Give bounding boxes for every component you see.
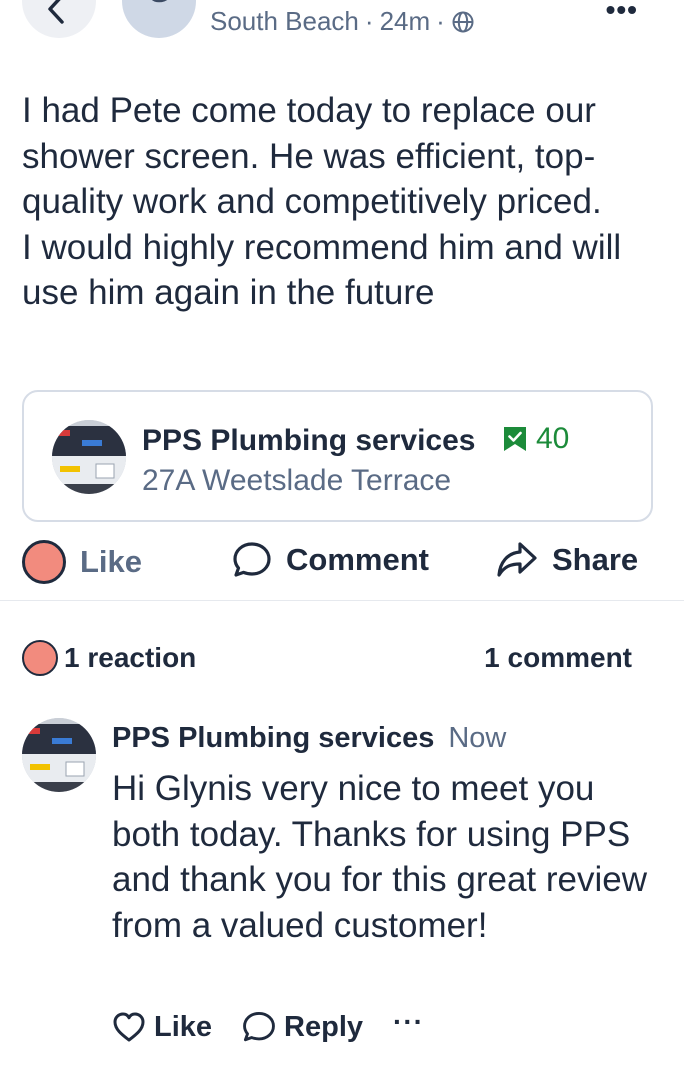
section-divider — [0, 600, 684, 601]
business-card[interactable]: PPS Plumbing services 40 27A Weetslade T… — [22, 390, 653, 522]
heart-reaction-icon — [22, 640, 58, 676]
business-name: PPS Plumbing services — [142, 424, 476, 457]
comment-button[interactable]: Comment — [232, 540, 429, 580]
author-avatar-initial: G — [147, 0, 170, 9]
meta-separator-2: · — [436, 6, 445, 36]
post-actions: Like Comment Share — [0, 540, 684, 588]
recommendation-count: 40 — [536, 422, 570, 455]
comment-body: Hi Glynis very nice to meet you both tod… — [112, 769, 648, 945]
reaction-summary[interactable]: 1 reaction — [22, 640, 196, 676]
share-arrow-icon — [497, 542, 537, 577]
comment-author-avatar[interactable] — [22, 718, 96, 792]
author-avatar[interactable]: G — [122, 0, 196, 38]
speech-bubble-icon — [233, 542, 271, 577]
more-options-icon[interactable]: ••• — [606, 0, 638, 26]
comment-author[interactable]: PPS Plumbing services — [112, 722, 434, 755]
globe-icon — [452, 11, 474, 32]
reply-label: Reply — [284, 1010, 364, 1043]
business-avatar — [52, 420, 126, 494]
reaction-count: 1 reaction — [64, 642, 197, 673]
reply-button[interactable]: Reply — [242, 1010, 363, 1044]
comment-header: PPS Plumbing services Now — [112, 722, 506, 755]
comment-more-options-icon[interactable]: ··· — [393, 1006, 424, 1038]
comment-label: Comment — [286, 542, 429, 577]
recommendation-badge: 40 — [502, 422, 569, 456]
post-location[interactable]: South Beach — [210, 6, 359, 37]
comment-like-label: Like — [154, 1010, 213, 1043]
business-logo-image — [52, 420, 126, 494]
comment-actions: Like Reply ··· — [112, 1006, 424, 1044]
speech-bubble-icon — [243, 1011, 275, 1042]
comment-like-button[interactable]: Like — [112, 1011, 212, 1044]
heart-outline-icon — [113, 1012, 145, 1042]
back-button[interactable] — [22, 0, 96, 38]
business-address: 27A Weetslade Terrace — [142, 464, 452, 497]
like-button[interactable]: Like — [22, 540, 142, 584]
like-label: Like — [80, 544, 143, 579]
share-label: Share — [552, 542, 639, 577]
heart-reaction-icon — [22, 540, 66, 584]
post-body: I had Pete come today to replace our sho… — [22, 91, 622, 312]
post-meta: South Beach · 24m · — [210, 6, 475, 37]
chevron-left-icon — [48, 0, 64, 24]
bookmark-check-icon — [504, 427, 526, 451]
meta-separator: · — [364, 6, 374, 36]
post-detail-page: G ••• South Beach · 24m · I had Pete com… — [0, 0, 684, 1072]
comment-count[interactable]: 1 comment — [484, 642, 632, 674]
comment-time: Now — [448, 722, 507, 754]
share-button[interactable]: Share — [496, 540, 638, 580]
post-time: 24m — [379, 6, 431, 36]
engagement-summary: 1 reaction 1 comment — [22, 640, 632, 676]
business-logo-image — [22, 718, 96, 792]
